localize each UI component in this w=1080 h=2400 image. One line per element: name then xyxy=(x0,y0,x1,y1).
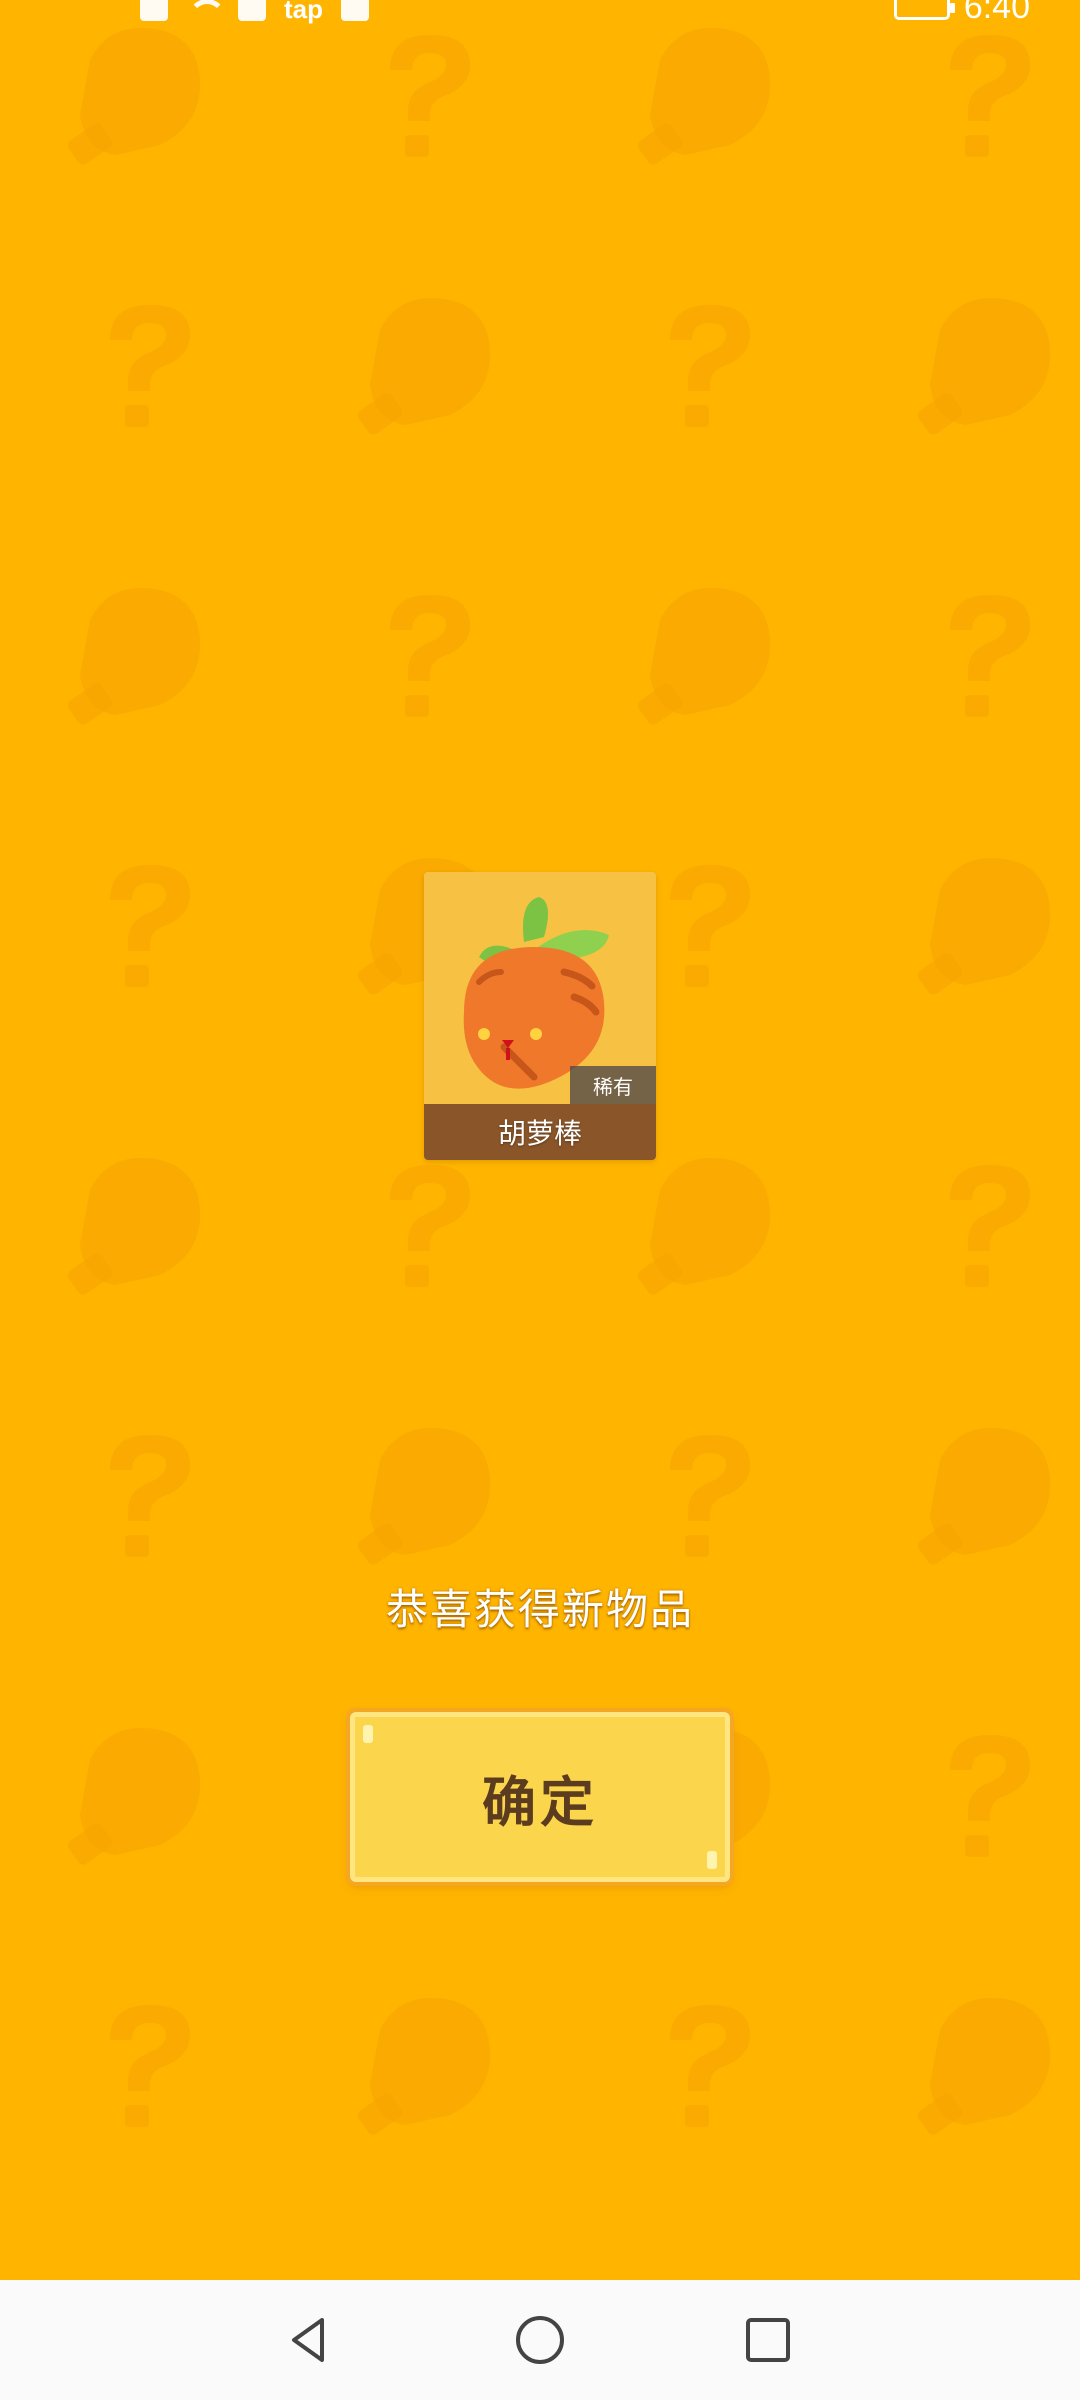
notification-icon xyxy=(140,0,168,21)
item-name-label: 胡萝棒 xyxy=(424,1104,656,1160)
rarity-badge: 稀有 xyxy=(570,1066,656,1104)
status-bar: tap 6:40 xyxy=(0,0,1080,28)
recents-square-icon[interactable] xyxy=(728,2300,808,2380)
item-card[interactable]: 稀有 胡萝棒 xyxy=(424,872,656,1160)
confirm-button[interactable]: 确定 xyxy=(350,1712,730,1882)
navigation-bar xyxy=(0,2280,1080,2400)
hd-icon xyxy=(341,0,369,21)
status-bar-left: tap xyxy=(140,0,369,24)
congrats-message: 恭喜获得新物品 xyxy=(385,1585,694,1634)
home-circle-icon[interactable] xyxy=(500,2300,580,2380)
status-bar-right: 6:40 xyxy=(893,0,1030,26)
carrier-badge-icon xyxy=(238,0,266,21)
confirm-button-label: 确定 xyxy=(482,1770,598,1834)
wifi-icon xyxy=(186,0,226,21)
battery-icon xyxy=(893,0,955,20)
tap-icon: tap xyxy=(284,0,323,24)
clock: 6:40 xyxy=(963,0,1030,26)
back-triangle-icon[interactable] xyxy=(270,2300,350,2380)
